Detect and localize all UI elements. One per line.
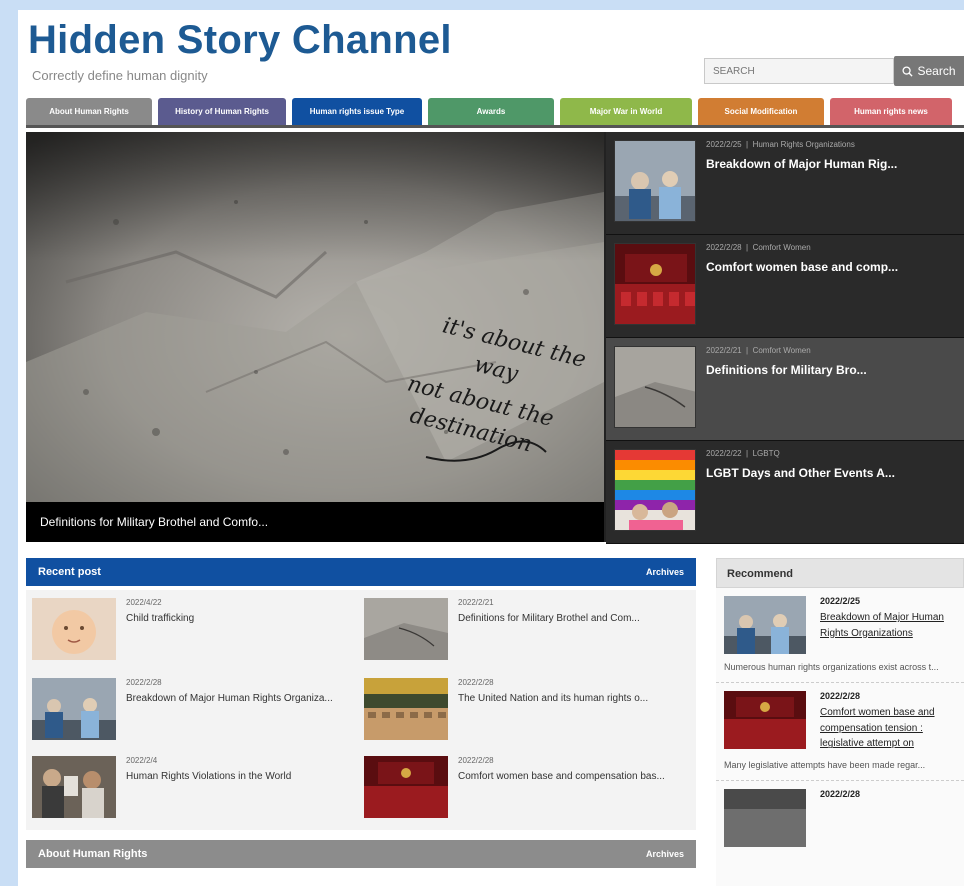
post-item[interactable]: 2022/4/22 Child trafficking bbox=[26, 594, 356, 664]
side-category[interactable]: Comfort Women bbox=[753, 346, 811, 355]
recommend-thumb-image bbox=[724, 691, 806, 750]
post-item[interactable]: 2022/2/4 Human Rights Violations in the … bbox=[26, 752, 356, 822]
side-thumb-image bbox=[614, 243, 696, 325]
search-input[interactable] bbox=[704, 58, 894, 84]
side-thumb-image bbox=[614, 346, 696, 428]
side-date: 2022/2/21 bbox=[706, 346, 742, 355]
recommend-date: 2022/2/25 bbox=[820, 596, 861, 606]
recommend-thumb-image bbox=[724, 789, 806, 848]
recent-post-list: 2022/4/22 Child trafficking 2022/2/21 De… bbox=[26, 590, 696, 830]
hero-side-list: 2022/2/25 | Human Rights Organizations B… bbox=[606, 132, 964, 544]
about-heading: About Human Rights bbox=[38, 848, 148, 860]
recommend-item[interactable]: 2022/2/25 Breakdown of Major Human Right… bbox=[716, 588, 964, 684]
post-item[interactable]: 2022/2/28 Breakdown of Major Human Right… bbox=[26, 674, 356, 744]
recommend-item[interactable]: 2022/2/28 bbox=[716, 781, 964, 855]
side-title[interactable]: Comfort women base and comp... bbox=[706, 260, 956, 274]
side-thumb-image bbox=[614, 140, 696, 222]
post-item[interactable]: 2022/2/28 Comfort women base and compens… bbox=[358, 752, 688, 822]
side-date: 2022/2/22 bbox=[706, 449, 742, 458]
side-date: 2022/2/28 bbox=[706, 243, 742, 252]
side-title[interactable]: Definitions for Military Bro... bbox=[706, 363, 956, 377]
post-date: 2022/4/22 bbox=[126, 598, 162, 607]
post-thumb-image bbox=[32, 756, 116, 818]
post-date: 2022/2/21 bbox=[458, 598, 494, 607]
side-title[interactable]: Breakdown of Major Human Rig... bbox=[706, 157, 956, 171]
about-human-rights-header: About Human Rights Archives bbox=[26, 840, 696, 868]
post-title[interactable]: Breakdown of Major Human Rights Organiza… bbox=[126, 691, 333, 706]
recommend-item[interactable]: 2022/2/28 Comfort women base and compens… bbox=[716, 683, 964, 782]
post-item[interactable]: 2022/2/21 Definitions for Military Broth… bbox=[358, 594, 688, 664]
recommend-date: 2022/2/28 bbox=[820, 691, 861, 702]
post-thumb-image bbox=[364, 598, 448, 660]
nav-tab-history[interactable]: History of Human Rights bbox=[158, 98, 286, 125]
search-button-label: Search bbox=[917, 64, 956, 78]
hero-stone-image: it's about the way not about the destina… bbox=[26, 132, 604, 502]
post-thumb-image bbox=[364, 678, 448, 740]
post-title[interactable]: Definitions for Military Brothel and Com… bbox=[458, 611, 640, 626]
side-category[interactable]: LGBTQ bbox=[753, 449, 780, 458]
post-title[interactable]: Child trafficking bbox=[126, 611, 194, 626]
featured-slider: it's about the way not about the destina… bbox=[26, 132, 964, 544]
side-item[interactable]: 2022/2/25 | Human Rights Organizations B… bbox=[606, 132, 964, 235]
nav-tab-social-modification[interactable]: Social Modification bbox=[698, 98, 824, 125]
search-button[interactable]: Search bbox=[894, 56, 964, 86]
search-icon bbox=[902, 65, 914, 77]
recent-archives-link[interactable]: Archives bbox=[646, 567, 684, 577]
side-thumb-image bbox=[614, 449, 696, 531]
post-thumb-image bbox=[364, 756, 448, 818]
post-title[interactable]: Human Rights Violations in the World bbox=[126, 769, 291, 784]
post-thumb-image bbox=[32, 598, 116, 660]
side-item[interactable]: 2022/2/28 | Comfort Women Comfort women … bbox=[606, 235, 964, 338]
nav-tab-major-war[interactable]: Major War in World bbox=[560, 98, 692, 125]
post-date: 2022/2/28 bbox=[126, 678, 162, 687]
site-tagline: Correctly define human dignity bbox=[32, 68, 208, 83]
recommend-excerpt: Many legislative attempts have been made… bbox=[724, 759, 926, 770]
hero-caption[interactable]: Definitions for Military Brothel and Com… bbox=[26, 502, 604, 542]
recommend-thumb-image bbox=[724, 596, 806, 654]
post-title[interactable]: Comfort women base and compensation bas.… bbox=[458, 769, 665, 784]
hero-main-slide[interactable]: it's about the way not about the destina… bbox=[26, 132, 604, 542]
post-thumb-image bbox=[32, 678, 116, 740]
recent-post-header: Recent post Archives bbox=[26, 558, 696, 586]
post-item[interactable]: 2022/2/28 The United Nation and its huma… bbox=[358, 674, 688, 744]
recommend-excerpt: Numerous human rights organizations exis… bbox=[724, 662, 939, 672]
site-title[interactable]: Hidden Story Channel bbox=[28, 18, 452, 63]
post-date: 2022/2/4 bbox=[126, 756, 158, 765]
recommend-title-link[interactable]: Breakdown of Major Human Rights Organiza… bbox=[820, 610, 956, 641]
side-title[interactable]: LGBT Days and Other Events A... bbox=[706, 466, 956, 480]
main-nav: About Human Rights History of Human Righ… bbox=[26, 98, 964, 128]
nav-tab-human-rights-news[interactable]: Human rights news bbox=[830, 98, 952, 125]
side-item-active[interactable]: 2022/2/21 | Comfort Women Definitions fo… bbox=[606, 338, 964, 441]
nav-tab-awards[interactable]: Awards bbox=[428, 98, 554, 125]
side-item[interactable]: 2022/2/22 | LGBTQ LGBT Days and Other Ev… bbox=[606, 441, 964, 544]
about-archives-link[interactable]: Archives bbox=[646, 849, 684, 859]
nav-tab-about-human-rights[interactable]: About Human Rights bbox=[26, 98, 152, 125]
post-date: 2022/2/28 bbox=[458, 756, 494, 765]
recommend-widget: Recommend 2022/2/25 Breakdown of Major H… bbox=[716, 558, 964, 886]
recommend-heading: Recommend bbox=[716, 558, 964, 588]
side-category[interactable]: Comfort Women bbox=[753, 243, 811, 252]
recommend-title-link[interactable]: Comfort women base and compensation tens… bbox=[820, 705, 956, 752]
nav-tab-issue-type[interactable]: Human rights issue Type bbox=[292, 98, 422, 125]
post-title[interactable]: The United Nation and its human rights o… bbox=[458, 691, 648, 706]
recent-post-heading: Recent post bbox=[38, 566, 101, 578]
recommend-date: 2022/2/28 bbox=[820, 789, 861, 800]
post-date: 2022/2/28 bbox=[458, 678, 494, 687]
page: Hidden Story Channel Correctly define hu… bbox=[18, 10, 964, 886]
side-date: 2022/2/25 bbox=[706, 140, 742, 149]
side-category[interactable]: Human Rights Organizations bbox=[753, 140, 855, 149]
